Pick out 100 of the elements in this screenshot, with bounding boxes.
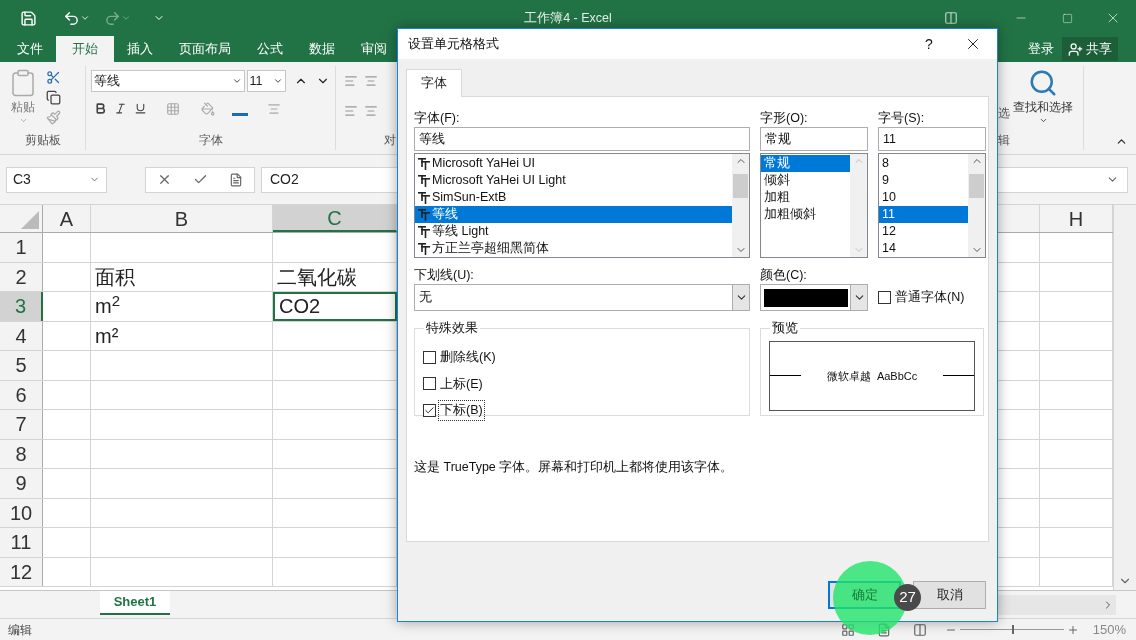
list-option[interactable]: Microsoft YaHei UI Light	[415, 172, 732, 189]
font-name-field[interactable]: 等线	[91, 70, 245, 92]
save-icon[interactable]	[20, 9, 37, 27]
row-header[interactable]: 11	[0, 528, 43, 557]
row-header[interactable]: 12	[0, 557, 43, 586]
caret-icon[interactable]	[80, 13, 90, 23]
list-box[interactable]: 常规 倾斜 加粗 加粗倾斜	[760, 153, 868, 258]
table-cell[interactable]: m$^{2}$	[91, 292, 273, 321]
column-header[interactable]: C	[273, 205, 397, 232]
caret-icon[interactable]	[1038, 116, 1048, 125]
cut-icon[interactable]	[46, 70, 61, 85]
row-header[interactable]: 7	[0, 410, 43, 439]
checkbox[interactable]: 上标(E)	[423, 374, 741, 394]
table-cell[interactable]: 面积	[91, 262, 273, 291]
ribbon-tab[interactable]: 文件	[4, 36, 56, 62]
list-option[interactable]: 8	[879, 155, 968, 172]
find-select-button[interactable]: 查找和选择	[1013, 98, 1073, 116]
table-cell[interactable]: m²	[91, 321, 273, 350]
ribbon-tab[interactable]: 审阅	[348, 36, 400, 62]
row-header[interactable]: 1	[0, 233, 43, 262]
row-header[interactable]: 2	[0, 262, 43, 291]
row-header[interactable]: 8	[0, 439, 43, 468]
sign-in-link[interactable]: 登录	[1028, 39, 1054, 59]
fill-color-icon[interactable]	[201, 101, 215, 116]
list-option[interactable]: 等线 Light	[415, 223, 732, 240]
list-option[interactable]: SimSun-ExtB	[415, 189, 732, 206]
redo-icon[interactable]	[104, 9, 121, 27]
checkbox-box[interactable]	[423, 350, 436, 364]
ribbon-tab[interactable]: 公式	[244, 36, 296, 62]
checkbox[interactable]: 删除线(K)	[423, 347, 741, 367]
color-dropdown[interactable]	[760, 284, 868, 311]
column-header[interactable]: A	[43, 205, 91, 232]
scrollbar[interactable]	[732, 154, 749, 257]
scroll-thumb[interactable]	[733, 173, 748, 198]
list-option[interactable]: 加粗	[761, 189, 850, 206]
row-header[interactable]: 10	[0, 498, 43, 527]
group-label: 剪贴板	[23, 132, 62, 149]
scroll-thumb[interactable]	[969, 173, 984, 198]
ribbon-options-icon[interactable]	[944, 11, 958, 25]
ribbon-label[interactable]: 选	[998, 104, 1010, 130]
underline-dropdown[interactable]: 无	[414, 284, 750, 311]
font-size-field[interactable]: 11	[246, 70, 287, 92]
list-option[interactable]: 倾斜	[761, 172, 850, 189]
list-box[interactable]: Microsoft YaHei UI Microsoft YaHei UI Light SimSun-ExtB 等线 等线 Light 方正兰亭超细黑简体	[414, 153, 750, 258]
zoom-in-icon[interactable]	[1066, 623, 1079, 636]
copy-icon[interactable]	[46, 90, 61, 105]
truetype-icon	[418, 225, 430, 238]
list-option[interactable]: 11	[879, 206, 968, 223]
list-option[interactable]: Microsoft YaHei UI	[415, 155, 732, 172]
list-option[interactable]: 加粗倾斜	[761, 206, 850, 223]
row-header[interactable]: 6	[0, 380, 43, 409]
dialog-tab[interactable]: 字体	[406, 69, 462, 97]
zoom-thumb[interactable]	[1011, 625, 1014, 634]
table-cell[interactable]: CO2	[273, 292, 397, 321]
share-button[interactable]: 共享	[1062, 37, 1118, 61]
maximize-icon[interactable]	[1061, 12, 1073, 24]
ribbon-tab[interactable]: 开始	[56, 36, 114, 62]
format-painter-icon[interactable]	[46, 110, 61, 125]
italic-icon[interactable]	[114, 102, 127, 115]
list-box[interactable]: 8 9 10 11 12 14	[878, 153, 986, 258]
checkbox[interactable]: 普通字体(N)	[878, 288, 966, 307]
text-field[interactable]: 等线	[414, 127, 750, 151]
select-all-icon[interactable]	[21, 211, 39, 229]
text-field[interactable]: 常规	[760, 127, 868, 151]
list-option[interactable]: 12	[879, 223, 968, 240]
align-top-icon[interactable]	[344, 74, 358, 88]
paste-button-label[interactable]: 粘贴	[11, 98, 35, 116]
align-middle-icon[interactable]	[364, 74, 378, 88]
list-option[interactable]: 常规	[761, 155, 850, 172]
vertical-scrollbar[interactable]	[1113, 205, 1136, 590]
scrollbar[interactable]	[850, 154, 867, 257]
checkbox[interactable]: 下标(B)	[423, 401, 741, 420]
help-button[interactable]: ?	[909, 29, 949, 59]
name-box[interactable]: C3	[6, 166, 107, 193]
ribbon-tab[interactable]: 插入	[114, 36, 166, 62]
checkbox-box[interactable]	[878, 291, 891, 304]
checkbox-box[interactable]	[423, 404, 436, 418]
list-option[interactable]: 方正兰亭超细黑简体	[415, 240, 732, 257]
border-icon[interactable]	[166, 101, 180, 116]
sheet-tab[interactable]: Sheet1	[100, 591, 170, 615]
align-left-icon[interactable]	[344, 104, 358, 118]
list-option[interactable]: 9	[879, 172, 968, 189]
list-option[interactable]: 10	[879, 189, 968, 206]
undo-icon[interactable]	[63, 9, 80, 27]
search-icon[interactable]	[1028, 68, 1058, 98]
align-center-icon[interactable]	[364, 104, 378, 118]
row-header[interactable]: 9	[0, 469, 43, 498]
ribbon-tab[interactable]: 数据	[296, 36, 348, 62]
row-header[interactable]: 5	[0, 351, 43, 380]
list-option[interactable]: 等线	[415, 206, 732, 223]
checkbox-box[interactable]	[423, 377, 436, 391]
text-field[interactable]: 11	[878, 127, 986, 151]
row-header[interactable]: 3	[0, 292, 43, 321]
ribbon-tab[interactable]: 页面布局	[166, 36, 244, 62]
page-break-icon[interactable]	[912, 622, 927, 637]
underline-icon[interactable]	[134, 102, 147, 115]
list-option[interactable]: 14	[879, 240, 968, 257]
bold-icon[interactable]	[94, 102, 107, 115]
scrollbar[interactable]	[968, 154, 985, 257]
row-header[interactable]: 4	[0, 321, 43, 350]
